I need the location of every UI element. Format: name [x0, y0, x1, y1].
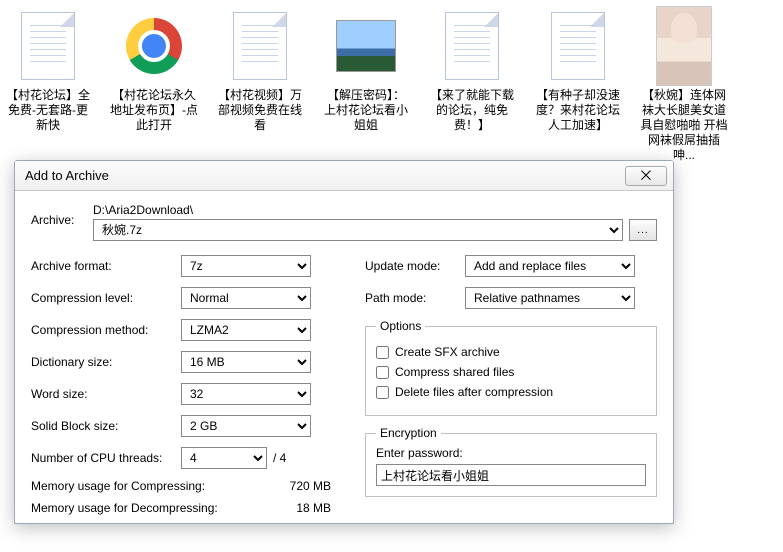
desktop-icon-0[interactable]: 【村花论坛】全免费-无套路-更新快: [4, 8, 92, 163]
word-combo[interactable]: 32: [181, 383, 311, 405]
word-label: Word size:: [31, 387, 181, 401]
shared-checkbox-row[interactable]: Compress shared files: [376, 365, 646, 379]
sfx-checkbox[interactable]: [376, 346, 389, 359]
memd-label: Memory usage for Decompressing:: [31, 501, 251, 515]
desktop-icon-3[interactable]: 【解压密码】：上村花论坛看小姐姐: [322, 8, 410, 163]
password-label: Enter password:: [376, 446, 646, 460]
block-label: Solid Block size:: [31, 419, 181, 433]
pathmode-label: Path mode:: [365, 291, 465, 305]
method-combo[interactable]: LZMA2: [181, 319, 311, 341]
chrome-icon: [126, 18, 182, 74]
dict-combo[interactable]: 16 MB: [181, 351, 311, 373]
method-label: Compression method:: [31, 323, 181, 337]
desktop-icon-label: 【村花论坛永久地址发布页】-点此打开: [110, 88, 198, 133]
archive-file-combo[interactable]: 秋婉.7z: [93, 219, 623, 241]
desktop-icon-label: 【有种子却没速度？来村花论坛人工加速】: [534, 88, 622, 133]
archive-label: Archive:: [31, 203, 93, 227]
dialog-title: Add to Archive: [25, 168, 109, 183]
text-file-icon: [445, 12, 499, 80]
desktop-icon-6[interactable]: 【秋婉】连体网袜大长腿美女道具自慰啪啪 开档网袜假屌抽插呻...: [640, 8, 728, 163]
encryption-group: Encryption Enter password:: [365, 426, 657, 497]
desktop-icon-label: 【秋婉】连体网袜大长腿美女道具自慰啪啪 开档网袜假屌抽插呻...: [640, 88, 728, 163]
text-file-icon: [233, 12, 287, 80]
update-label: Update mode:: [365, 259, 465, 273]
threads-max: / 4: [273, 451, 286, 465]
memc-value: 720 MB: [251, 479, 331, 493]
desktop-icon-label: 【村花视频】万部视频免费在线看: [216, 88, 304, 133]
delete-checkbox[interactable]: [376, 386, 389, 399]
avatar-icon: [656, 6, 712, 86]
browse-button[interactable]: ...: [629, 219, 657, 241]
text-file-icon: [551, 12, 605, 80]
encryption-legend: Encryption: [376, 426, 441, 440]
photo-icon: [336, 20, 396, 72]
close-icon: ⨉: [641, 168, 651, 184]
level-label: Compression level:: [31, 291, 181, 305]
block-combo[interactable]: 2 GB: [181, 415, 311, 437]
options-group: Options Create SFX archive Compress shar…: [365, 319, 657, 416]
threads-label: Number of CPU threads:: [31, 451, 181, 465]
desktop-icon-label: 【村花论坛】全免费-无套路-更新快: [4, 88, 92, 133]
format-combo[interactable]: 7z: [181, 255, 311, 277]
threads-combo[interactable]: 4: [181, 447, 267, 469]
desktop-icon-4[interactable]: 【来了就能下载的论坛，纯免费！】: [428, 8, 516, 163]
memc-label: Memory usage for Compressing:: [31, 479, 251, 493]
close-button[interactable]: ⨉: [625, 166, 667, 186]
delete-checkbox-row[interactable]: Delete files after compression: [376, 385, 646, 399]
password-input[interactable]: [376, 464, 646, 486]
pathmode-combo[interactable]: Relative pathnames: [465, 287, 635, 309]
add-to-archive-dialog: Add to Archive ⨉ Archive: D:\Aria2Downlo…: [14, 160, 674, 524]
desktop-icon-label: 【解压密码】：上村花论坛看小姐姐: [322, 88, 410, 133]
desktop-icon-5[interactable]: 【有种子却没速度？来村花论坛人工加速】: [534, 8, 622, 163]
update-combo[interactable]: Add and replace files: [465, 255, 635, 277]
shared-checkbox[interactable]: [376, 366, 389, 379]
desktop-icon-label: 【来了就能下载的论坛，纯免费！】: [428, 88, 516, 133]
dict-label: Dictionary size:: [31, 355, 181, 369]
format-label: Archive format:: [31, 259, 181, 273]
options-legend: Options: [376, 319, 425, 333]
desktop-icon-2[interactable]: 【村花视频】万部视频免费在线看: [216, 8, 304, 163]
text-file-icon: [21, 12, 75, 80]
memd-value: 18 MB: [251, 501, 331, 515]
level-combo[interactable]: Normal: [181, 287, 311, 309]
desktop-icon-1[interactable]: 【村花论坛永久地址发布页】-点此打开: [110, 8, 198, 163]
sfx-checkbox-row[interactable]: Create SFX archive: [376, 345, 646, 359]
archive-path: D:\Aria2Download\: [93, 203, 657, 217]
